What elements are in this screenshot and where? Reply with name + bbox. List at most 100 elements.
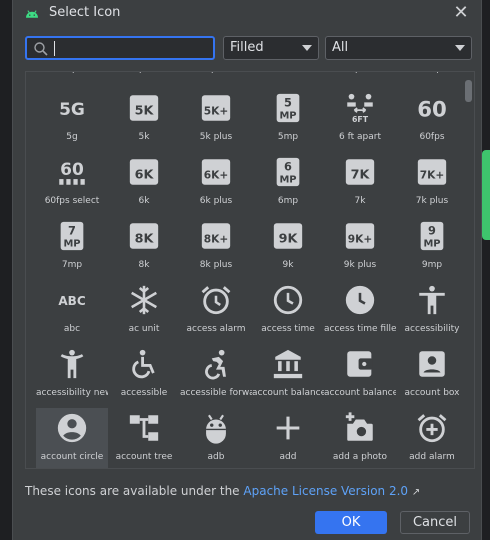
- icon-cell[interactable]: accessible: [108, 344, 180, 408]
- style-dropdown[interactable]: Filled: [223, 36, 319, 60]
- icon-cell[interactable]: 5p: [36, 72, 108, 76]
- icon-cell[interactable]: adb: [180, 408, 252, 468]
- license-link[interactable]: Apache License Version 2.0: [243, 484, 408, 498]
- icon-cell[interactable]: 4 plus: [324, 72, 396, 76]
- icon-label: access alarm: [186, 324, 246, 334]
- background-accent: [482, 150, 490, 240]
- icon-cell[interactable]: 6FT 6 ft apart: [324, 88, 396, 152]
- chevron-down-icon: [455, 45, 465, 51]
- icon-cell[interactable]: 7 MP 7mp: [36, 216, 108, 280]
- account-circle-icon: [57, 413, 87, 443]
- icon-label: 8k: [138, 260, 150, 270]
- add-icon: [276, 416, 300, 440]
- svg-text:5G: 5G: [59, 100, 85, 120]
- icon-label: 4mp: [396, 72, 468, 74]
- svg-text:6FT: 6FT: [352, 115, 369, 124]
- icon-cell[interactable]: accessible forward: [180, 344, 252, 408]
- accessible-icon: [132, 349, 155, 379]
- icon-label: adb: [207, 452, 225, 462]
- icon-cell[interactable]: 6 plus: [108, 72, 180, 76]
- account-box-icon: [419, 351, 445, 377]
- 9k-plus-icon: 9K+: [345, 223, 375, 249]
- icon-label: abc: [63, 324, 81, 334]
- icon-cell[interactable]: 6 MP 6mp: [252, 152, 324, 216]
- 9k-icon: 9K: [273, 223, 303, 249]
- icon-label: 5k plus: [199, 132, 233, 142]
- icon-cell[interactable]: 5 MP 5mp: [252, 88, 324, 152]
- icon-cell[interactable]: account circle: [36, 408, 108, 468]
- icon-cell[interactable]: 9K 9k: [252, 216, 324, 280]
- add-alarm-icon: [417, 414, 447, 443]
- svg-text:9K: 9K: [279, 231, 299, 246]
- icon-cell[interactable]: account balance wallet: [324, 344, 396, 408]
- icon-cell[interactable]: 7K 7k: [324, 152, 396, 216]
- icon-cell[interactable]: add a photo: [324, 408, 396, 468]
- adb-icon: [206, 414, 226, 444]
- icon-label: account tree: [115, 452, 173, 462]
- icon-cell[interactable]: 8 plus: [180, 72, 252, 76]
- icon-label: accessibility new: [36, 388, 108, 398]
- cancel-button[interactable]: Cancel: [400, 511, 470, 534]
- icon-label: 60fps: [419, 132, 445, 142]
- icon-cell[interactable]: account balance: [252, 344, 324, 408]
- icon-cell[interactable]: account tree: [108, 408, 180, 468]
- icon-cell[interactable]: ac unit: [108, 280, 180, 344]
- icon-label: add a photo: [332, 452, 388, 462]
- icon-cell[interactable]: 9 MP 9mp: [396, 216, 468, 280]
- icon-cell[interactable]: 4mp: [396, 72, 468, 76]
- icon-label: 4 plus: [324, 72, 396, 74]
- icon-cell[interactable]: add alarm: [396, 408, 468, 468]
- icon-cell[interactable]: access time filled: [324, 280, 396, 344]
- add-a-photo-icon: [345, 412, 373, 441]
- accessibility-new-icon: [60, 349, 84, 379]
- category-dropdown[interactable]: All: [325, 36, 472, 60]
- icon-cell[interactable]: 5G 5g: [36, 88, 108, 152]
- icon-row: accessibility new accessible accessible fo…: [26, 344, 460, 408]
- icon-cell[interactable]: ...: [252, 72, 324, 76]
- icon-cell[interactable]: ABC abc: [36, 280, 108, 344]
- icon-cell[interactable]: account box: [396, 344, 468, 408]
- text-caret: [54, 41, 55, 56]
- icon-cell[interactable]: 60 60fps select: [36, 152, 108, 216]
- 7k-icon: 7K: [345, 159, 375, 185]
- svg-text:7K: 7K: [351, 167, 371, 182]
- icon-cell[interactable]: 5K+ 5k plus: [180, 88, 252, 152]
- icon-cell[interactable]: add: [252, 408, 324, 468]
- close-icon[interactable]: ✕: [449, 2, 473, 26]
- svg-text:ABC: ABC: [58, 294, 85, 308]
- svg-text:6K+: 6K+: [204, 168, 229, 181]
- icon-cell[interactable]: 9K+ 9k plus: [324, 216, 396, 280]
- icon-cell[interactable]: 8K 8k: [108, 216, 180, 280]
- 5k-plus-icon: 5K+: [201, 95, 231, 121]
- icon-label: access time filled: [324, 324, 396, 334]
- access-alarm-icon: [201, 286, 231, 315]
- icon-cell[interactable]: 5K 5k: [108, 88, 180, 152]
- svg-text:8K+: 8K+: [204, 232, 229, 245]
- search-field[interactable]: [25, 36, 215, 60]
- ok-button[interactable]: OK: [315, 511, 387, 534]
- android-icon: [26, 10, 38, 18]
- icon-label: account circle: [40, 452, 104, 462]
- icon-cell[interactable]: accessibility: [396, 280, 468, 344]
- icon-cell[interactable]: 8K+ 8k plus: [180, 216, 252, 280]
- icon-cell[interactable]: access time: [252, 280, 324, 344]
- icon-label: 6k plus: [199, 196, 233, 206]
- scrollbar-thumb[interactable]: [465, 80, 472, 102]
- icon-cell[interactable]: 7K+ 7k plus: [396, 152, 468, 216]
- icon-cell[interactable]: 6K 6k: [108, 152, 180, 216]
- background-window-left: [0, 0, 12, 540]
- icon-label: 7mp: [61, 260, 83, 270]
- icon-cell[interactable]: 6K+ 6k plus: [180, 152, 252, 216]
- icon-cell[interactable]: 60 60fps: [396, 88, 468, 152]
- icon-cell[interactable]: accessibility new: [36, 344, 108, 408]
- icon-label: add: [279, 452, 297, 462]
- 5mp-icon: 5MP: [276, 93, 300, 123]
- search-input[interactable]: [57, 38, 207, 58]
- icon-cell[interactable]: access alarm: [180, 280, 252, 344]
- icon-label: accessible: [120, 388, 168, 398]
- svg-text:MP: MP: [279, 175, 296, 186]
- 9mp-icon: 9MP: [420, 221, 444, 251]
- svg-text:MP: MP: [63, 239, 80, 250]
- 5k-icon: 5K: [129, 95, 159, 121]
- license-text: These icons are available under the Apac…: [25, 484, 420, 498]
